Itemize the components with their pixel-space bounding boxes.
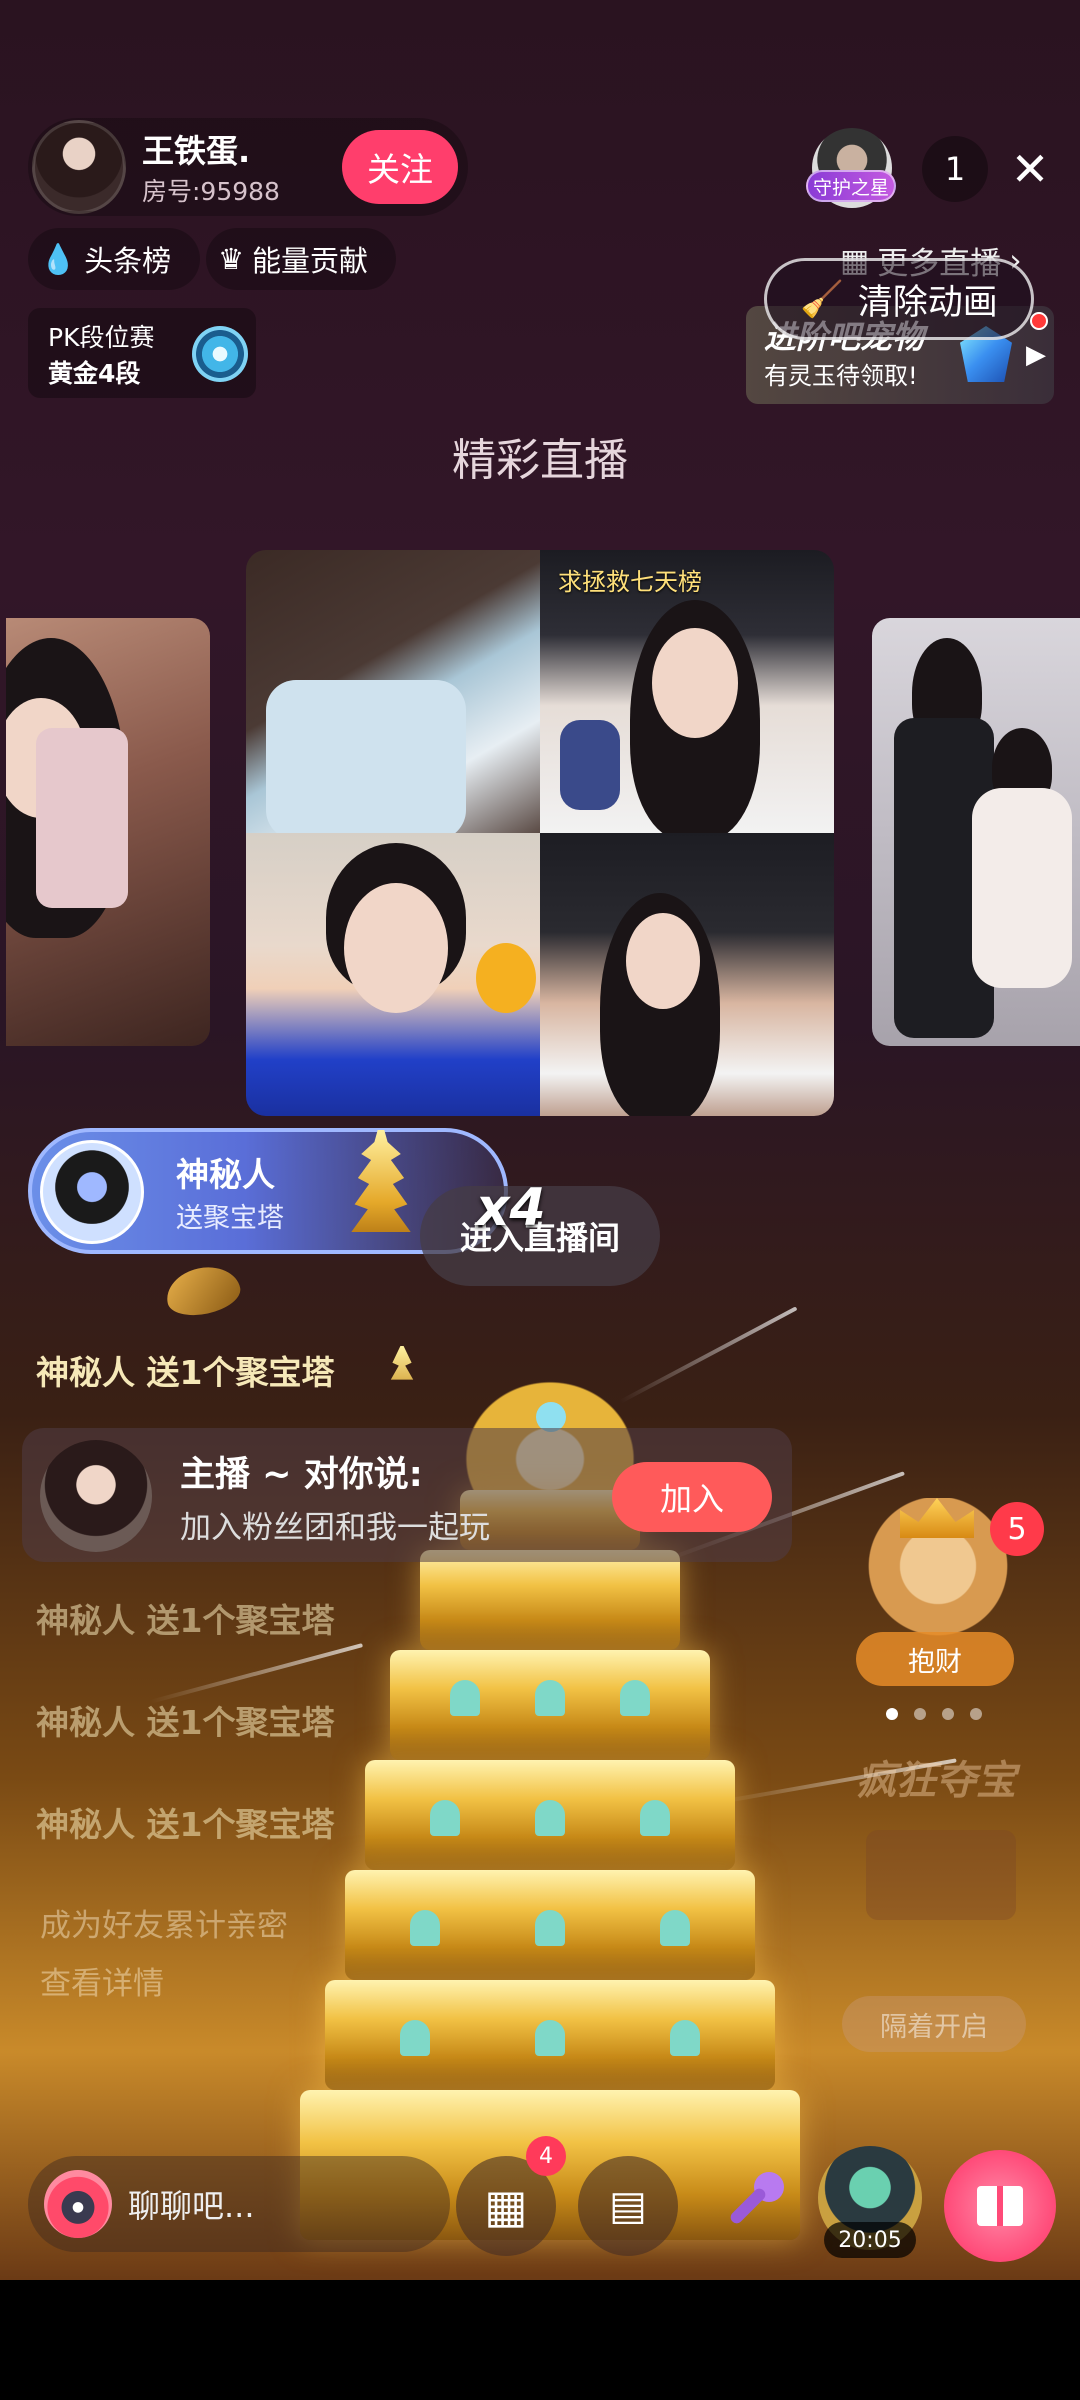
carousel-dots [886, 1708, 982, 1720]
stream-thumbnail [626, 913, 700, 1009]
pagoda-window [535, 1910, 565, 1946]
pagoda-window [670, 2020, 700, 2056]
host-message-text: 加入粉丝团和我一起玩 [180, 1510, 490, 1546]
navigation-area [0, 2280, 1080, 2400]
pagoda-window [535, 2020, 565, 2056]
host-name: 王铁蛋. [142, 132, 251, 170]
pagoda-window [640, 1800, 670, 1836]
host-message-avatar [40, 1440, 152, 1552]
message-button[interactable]: ▤ [578, 2156, 678, 2256]
grid-tag: 求拯救七天榜 [558, 568, 702, 596]
host-message-title: 主播 ~ 对你说: [180, 1455, 423, 1495]
gift-description: 送聚宝塔 [176, 1203, 284, 1234]
microphone-icon [560, 720, 620, 810]
clear-animation-button[interactable]: 🧹 清除动画 [764, 258, 1034, 340]
stream-thumbnail [266, 680, 466, 840]
host-avatar[interactable] [32, 120, 126, 214]
pagoda-window [430, 1800, 460, 1836]
phone-case [36, 728, 128, 908]
live-card-left[interactable] [6, 618, 210, 1046]
live-grid-cell[interactable] [246, 550, 540, 840]
chat-message: 神秘人 送1个聚宝塔 [36, 1703, 335, 1742]
pagoda-tier [420, 1550, 680, 1650]
guard-star-badge: 守护之星 [806, 170, 896, 202]
gift-sender-name: 神秘人 [176, 1155, 275, 1194]
view-detail-link[interactable]: 查看详情 [40, 1958, 164, 2003]
pagoda-window [410, 1910, 440, 1946]
stream-thumbnail [652, 628, 738, 738]
apps-grid-icon: ▦ [484, 2179, 528, 2233]
follow-button[interactable]: 关注 [342, 130, 458, 204]
gift-button[interactable] [944, 2150, 1056, 2262]
live-room-screen: 王铁蛋. 房号:95988 关注 守护之星 1 ✕ 💧 头条榜 ♛ 能量贡献 ▦… [0, 0, 1080, 2280]
broom-icon: 🧹 [800, 279, 844, 320]
chat-message: 神秘人 送1个聚宝塔 [36, 1601, 335, 1640]
viewer-count[interactable]: 1 [922, 136, 988, 202]
room-number: 房号:95988 [142, 177, 280, 206]
live-card-right[interactable] [872, 618, 1080, 1046]
robot-assistant-icon[interactable] [44, 2170, 112, 2238]
headline-rank-label: 头条榜 [84, 244, 172, 278]
event-logo[interactable] [866, 1830, 1016, 1920]
gold-ingot-icon [162, 1260, 244, 1322]
featured-live-grid[interactable]: 求拯救七天榜 [246, 550, 834, 1116]
section-title: 精彩直播 [452, 435, 628, 486]
live-grid-cell[interactable] [246, 833, 540, 1116]
stream-thumbnail [344, 883, 448, 1013]
pagoda-window [535, 1680, 565, 1716]
chat-message: 神秘人 送1个聚宝塔 [36, 1805, 335, 1844]
game-timer: 20:05 [824, 2222, 916, 2258]
headline-rank-button[interactable]: 💧 头条榜 [28, 228, 200, 290]
pk-title: PK段位赛 [48, 323, 155, 352]
flower-decoration [476, 943, 536, 1013]
energy-contribution-label: 能量贡献 [252, 244, 369, 278]
join-fan-club-button[interactable]: 加入 [612, 1462, 772, 1532]
notification-dot [1030, 312, 1048, 330]
pagoda-window [450, 1680, 480, 1716]
friend-intimacy-text: 成为好友累计亲密 [40, 1908, 288, 1944]
pk-tier-icon [192, 326, 248, 382]
pk-rank: 黄金4段 [48, 359, 141, 388]
energy-contribution-button[interactable]: ♛ 能量贡献 [206, 228, 396, 290]
pagoda-window [400, 2020, 430, 2056]
live-grid-cell[interactable] [540, 833, 834, 1116]
message-icon: ▤ [609, 2183, 647, 2229]
mystery-user-avatar [40, 1140, 144, 1244]
flame-icon: 💧 [40, 241, 77, 276]
pagoda-window [620, 1680, 650, 1716]
pagoda-window [535, 1800, 565, 1836]
crazy-treasure-label[interactable]: 疯狂夺宝 [856, 1748, 1016, 1806]
microphone-button[interactable] [716, 2170, 786, 2240]
clear-animation-label: 清除动画 [857, 282, 998, 323]
microphone-icon [728, 2186, 768, 2226]
chat-message: 神秘人 送1个聚宝塔 [36, 1353, 335, 1392]
gift-multiplier: x4 [476, 1178, 546, 1238]
apps-badge: 4 [526, 2136, 566, 2176]
gift-icon [977, 2186, 1023, 2226]
widget-count-badge: 5 [990, 1502, 1044, 1556]
crown-icon: ♛ [218, 242, 244, 276]
play-arrow-icon: ▶ [1026, 340, 1046, 370]
pagoda-window [660, 1910, 690, 1946]
stream-thumbnail [972, 788, 1072, 988]
hug-fortune-button[interactable]: 抱财 [856, 1632, 1014, 1686]
pet-promo-subtitle: 有灵玉待领取! [764, 362, 918, 390]
close-icon[interactable]: ✕ [1000, 136, 1060, 202]
stay-open-button[interactable]: 隔着开启 [842, 1996, 1026, 2052]
